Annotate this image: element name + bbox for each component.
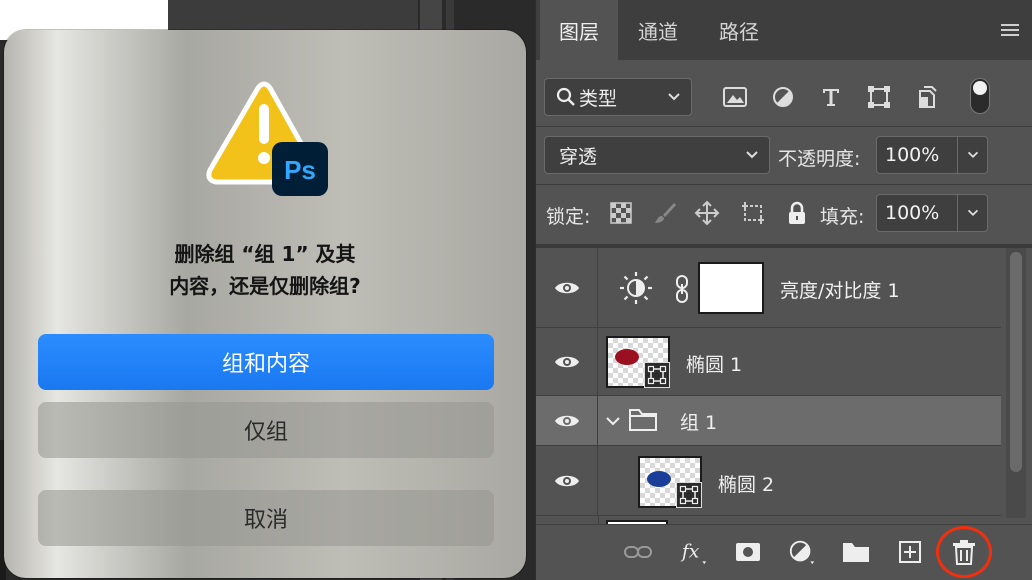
- layer-name: 椭圆 1: [686, 354, 743, 376]
- smart-object-filter-icon[interactable]: [914, 84, 940, 110]
- adjustment-filter-icon[interactable]: [770, 84, 796, 110]
- layer-row-brightness-contrast[interactable]: 亮度/对比度 1: [536, 248, 1001, 328]
- panel-tab-bar: 图层 通道 路径: [536, 0, 1032, 60]
- layer-row-group-1[interactable]: 组 1: [536, 396, 1001, 446]
- filter-kind-label: 类型: [579, 87, 618, 110]
- ellipse-shape-icon: [615, 349, 639, 365]
- chevron-down-icon: [746, 151, 758, 159]
- delete-group-dialog: Ps 删除组 “组 1” 及其 内容，还是仅删除组? 组和内容 仅组 取消: [4, 30, 526, 578]
- tab-channels[interactable]: 通道: [618, 0, 698, 60]
- lock-transparent-icon[interactable]: [608, 200, 634, 226]
- divider: [536, 184, 1032, 185]
- lock-label: 锁定:: [546, 206, 591, 228]
- fill-input[interactable]: 100%: [876, 194, 958, 232]
- group-only-button[interactable]: 仅组: [38, 402, 494, 458]
- layer-row-ellipse-1[interactable]: 椭圆 1: [536, 328, 1001, 396]
- image-filter-icon[interactable]: [722, 84, 748, 110]
- blend-mode-select[interactable]: 穿透: [544, 136, 770, 174]
- brightness-contrast-icon: [620, 272, 652, 304]
- vector-shape-badge-icon: [676, 482, 702, 508]
- lock-all-icon[interactable]: [784, 200, 810, 226]
- filter-toggle[interactable]: [970, 78, 990, 114]
- fill-dropdown[interactable]: [958, 194, 988, 232]
- chevron-down-icon: [967, 209, 978, 217]
- blend-mode-value: 穿透: [559, 145, 598, 168]
- panel-menu-icon[interactable]: [1001, 24, 1019, 38]
- layer-name: 组 1: [680, 412, 718, 434]
- layer-name: 亮度/对比度 1: [780, 280, 900, 302]
- cancel-button[interactable]: 取消: [38, 490, 494, 546]
- layer-name: 椭圆 2: [718, 474, 775, 496]
- dialog-message: 删除组 “组 1” 及其 内容，还是仅删除组?: [4, 238, 526, 302]
- svg-text:fx: fx: [680, 542, 700, 563]
- dialog-message-line1: 删除组 “组 1” 及其: [174, 242, 356, 266]
- filter-kind-select[interactable]: 类型: [544, 78, 692, 116]
- lock-artboard-icon[interactable]: [740, 200, 766, 226]
- scrollbar-thumb[interactable]: [1010, 252, 1022, 472]
- group-and-contents-button[interactable]: 组和内容: [38, 334, 494, 390]
- link-icon[interactable]: [674, 274, 690, 304]
- tab-paths[interactable]: 路径: [698, 0, 780, 60]
- photoshop-app-icon: Ps: [272, 142, 328, 196]
- trash-highlight-ring: [936, 526, 992, 578]
- layer-thumbnail: [606, 336, 670, 388]
- eye-icon[interactable]: [554, 278, 580, 298]
- fill-label: 填充:: [820, 206, 865, 228]
- opacity-label: 不透明度:: [778, 148, 861, 170]
- warning-icon: Ps: [206, 81, 328, 196]
- eye-icon[interactable]: [554, 352, 580, 372]
- layers-panel: 图层 通道 路径 类型 穿透 不透明度: 100% 锁定: 填充: 100% 亮…: [535, 0, 1032, 580]
- lock-image-brush-icon[interactable]: [652, 200, 678, 226]
- fx-styles-icon[interactable]: fx: [680, 538, 708, 566]
- lock-position-move-icon[interactable]: [694, 200, 720, 226]
- layer-row-ellipse-2[interactable]: 椭圆 2: [536, 446, 1001, 516]
- new-group-folder-icon[interactable]: [842, 538, 870, 566]
- layer-thumbnail: [638, 456, 702, 508]
- add-mask-icon[interactable]: [734, 538, 762, 566]
- vector-shape-badge-icon: [644, 362, 670, 388]
- new-layer-icon[interactable]: [896, 538, 924, 566]
- chevron-down-icon[interactable]: [604, 412, 622, 430]
- ellipse-shape-icon: [647, 471, 671, 487]
- opacity-dropdown[interactable]: [958, 136, 988, 174]
- divider: [536, 126, 1032, 127]
- link-layers-icon[interactable]: [624, 538, 652, 566]
- ps-badge-text: Ps: [284, 155, 316, 185]
- eye-icon[interactable]: [554, 411, 580, 431]
- opacity-input[interactable]: 100%: [876, 136, 958, 174]
- search-icon: [556, 87, 575, 106]
- folder-icon: [629, 409, 657, 431]
- type-filter-icon[interactable]: [818, 84, 844, 110]
- adjustment-layer-icon[interactable]: [788, 538, 816, 566]
- eye-icon[interactable]: [554, 471, 580, 491]
- chevron-down-icon: [967, 151, 978, 159]
- tab-layers[interactable]: 图层: [540, 0, 618, 60]
- layer-mask-thumbnail[interactable]: [698, 262, 764, 314]
- shape-filter-icon[interactable]: [866, 84, 892, 110]
- dialog-message-line2: 内容，还是仅删除组?: [169, 274, 361, 298]
- chevron-down-icon: [668, 93, 680, 101]
- partial-layer-row: [598, 516, 1000, 524]
